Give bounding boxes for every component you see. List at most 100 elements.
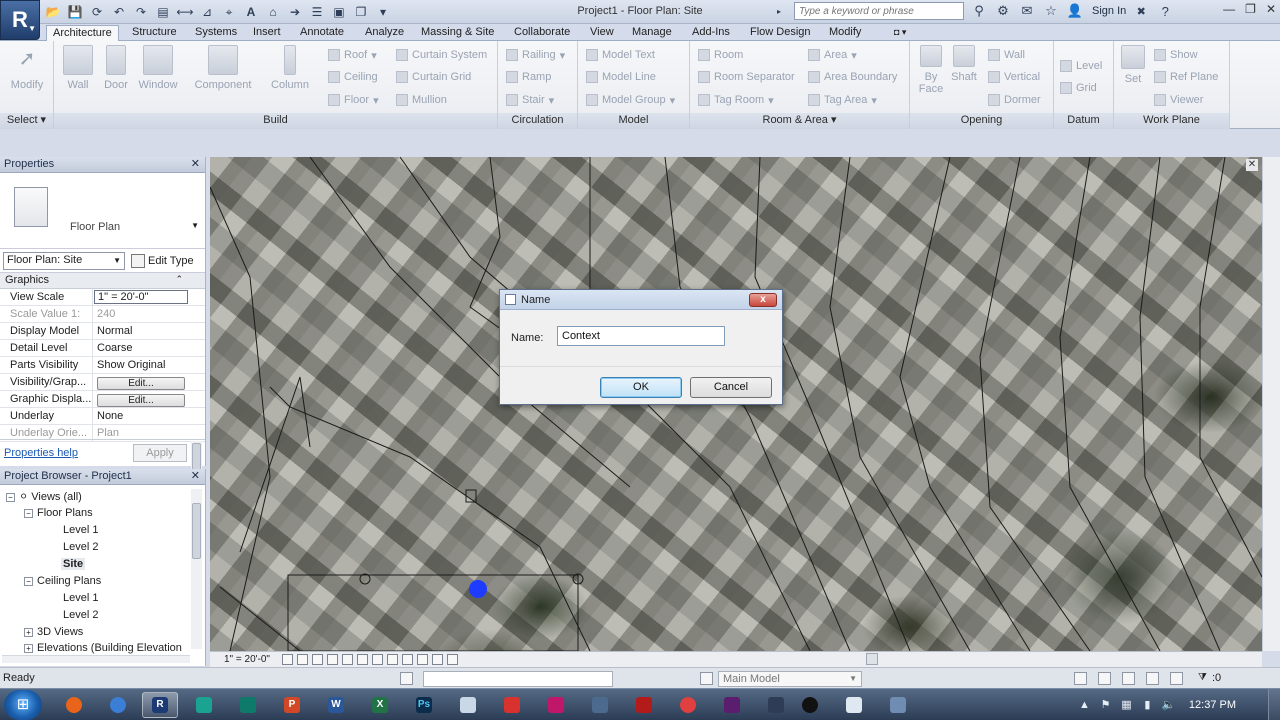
clock[interactable]: 12:37 PM — [1189, 699, 1236, 711]
viewer-button[interactable]: Viewer — [1154, 91, 1203, 109]
expand-icon[interactable]: + — [24, 627, 33, 637]
print-icon[interactable]: ▤ — [154, 3, 172, 21]
edit-type-button[interactable]: Edit Type — [131, 253, 194, 268]
tab-structure[interactable]: Structure — [126, 25, 183, 41]
set-button[interactable]: Set — [1114, 45, 1152, 85]
door-button[interactable]: Door — [94, 45, 138, 91]
user-icon[interactable]: 👤 — [1066, 2, 1084, 20]
section-icon[interactable]: ➔ — [286, 3, 304, 21]
window-button[interactable]: Window — [136, 45, 180, 91]
scroll-thumb[interactable] — [192, 503, 201, 559]
ok-button[interactable]: OK — [600, 377, 682, 398]
visual-style-icon[interactable] — [296, 654, 308, 665]
stair-button[interactable]: Stair ▾ — [506, 91, 554, 109]
measure-icon[interactable]: ⟷ — [176, 3, 194, 21]
subscription-icon[interactable]: ⚙ — [994, 2, 1012, 20]
temporary-hide-icon[interactable] — [401, 654, 413, 665]
analytical-model-icon[interactable] — [431, 654, 443, 665]
select-links-icon[interactable] — [1074, 672, 1087, 685]
group-label-select[interactable]: Select ▾ — [0, 113, 53, 129]
taskbar-notes[interactable] — [836, 692, 872, 718]
type-selector[interactable]: Floor Plan ▼ — [0, 173, 205, 249]
model-text-button[interactable]: Model Text — [586, 46, 655, 64]
view-scale-input[interactable]: 1" = 20'-0" — [94, 290, 188, 304]
tree-floor-site[interactable]: Site — [61, 558, 86, 570]
taskbar-sketchbook[interactable] — [186, 692, 222, 718]
tab-systems[interactable]: Systems — [189, 25, 243, 41]
curtain-grid-button[interactable]: Curtain Grid — [396, 68, 471, 86]
view-scale-label[interactable]: 1" = 20'-0" — [224, 654, 270, 665]
taskbar-camera[interactable] — [758, 692, 794, 718]
edit-visibility-button[interactable]: Edit... — [97, 377, 185, 390]
modify-button[interactable]: ➚ Modify — [5, 45, 49, 91]
tab-flow-design[interactable]: Flow Design — [744, 25, 817, 41]
ceiling-button[interactable]: Ceiling — [328, 68, 378, 86]
favorites-star-icon[interactable]: ☆ — [1042, 2, 1060, 20]
volume-icon[interactable]: 🔈 — [1162, 699, 1176, 712]
tab-modify[interactable]: Modify — [823, 25, 867, 41]
sync-icon[interactable]: ⟳ — [88, 3, 106, 21]
lock-3d-icon[interactable] — [386, 654, 398, 665]
taskbar-photoshop[interactable]: Ps — [406, 692, 442, 718]
tab-annotate[interactable]: Annotate — [294, 25, 350, 41]
edit-graphic-display-button[interactable]: Edit... — [97, 394, 185, 407]
name-input[interactable] — [557, 326, 725, 346]
tree-floor-plans[interactable]: − Floor Plans — [24, 507, 93, 519]
tab-manage[interactable]: Manage — [626, 25, 678, 41]
grid-button[interactable]: Grid — [1060, 79, 1097, 97]
taskbar-indesign[interactable] — [538, 692, 574, 718]
instance-filter-select[interactable]: Floor Plan: Site ▼ — [3, 251, 125, 270]
tab-massing-site[interactable]: Massing & Site — [415, 25, 500, 41]
flag-icon[interactable]: ⚑ — [1099, 699, 1112, 712]
taskbar-illustrator[interactable] — [714, 692, 750, 718]
taskbar-revit[interactable]: R — [142, 692, 178, 718]
drawing-horizontal-scroll-thumb[interactable] — [866, 653, 878, 665]
expand-arrow-icon[interactable]: ▸ — [770, 2, 788, 20]
collapse-icon[interactable]: − — [6, 492, 15, 502]
taskbar-explorer[interactable] — [582, 692, 618, 718]
taskbar-chrome[interactable] — [100, 692, 136, 718]
wall-opening-button[interactable]: Wall — [988, 46, 1025, 64]
floor-button[interactable]: Floor ▾ — [328, 91, 379, 109]
tree-ceiling-level-1[interactable]: Level 1 — [63, 592, 98, 604]
collapse-icon[interactable]: − — [24, 576, 33, 586]
design-option-select[interactable]: Main Model ▼ — [718, 671, 862, 687]
close-icon[interactable]: ✕ — [1266, 2, 1276, 16]
communication-icon[interactable]: ✉ — [1018, 2, 1036, 20]
taskbar-notepad[interactable] — [450, 692, 486, 718]
taskbar-publisher[interactable] — [230, 692, 266, 718]
model-line-button[interactable]: Model Line — [586, 68, 656, 86]
rendering-icon[interactable] — [341, 654, 353, 665]
sun-path-icon[interactable] — [311, 654, 323, 665]
tree-elevations[interactable]: + Elevations (Building Elevation — [24, 642, 194, 654]
drawing-vertical-scrollbar[interactable] — [1262, 157, 1280, 651]
dialog-close-button[interactable]: x — [749, 293, 777, 307]
sign-in-button[interactable]: Sign In — [1092, 5, 1126, 17]
select-pinned-icon[interactable] — [1122, 672, 1135, 685]
undo-icon[interactable]: ↶ — [110, 3, 128, 21]
tree-views-all[interactable]: − ⚪ Views (all) — [6, 490, 82, 503]
model-group-button[interactable]: Model Group ▾ — [586, 91, 675, 109]
close-icon[interactable]: ✕ — [191, 157, 200, 170]
prop-value[interactable]: None — [93, 408, 189, 424]
shaft-button[interactable]: Shaft — [946, 45, 982, 83]
tag-room-button[interactable]: Tag Room ▾ — [698, 91, 774, 109]
tab-add-ins[interactable]: Add-Ins — [686, 25, 736, 41]
select-by-face-icon[interactable] — [1146, 672, 1159, 685]
taskbar-pdf[interactable] — [494, 692, 530, 718]
tab-analyze[interactable]: Analyze — [359, 25, 410, 41]
filter-icon[interactable]: ⧩ — [1198, 672, 1207, 685]
switch-windows-icon[interactable]: ❐ — [352, 3, 370, 21]
save-icon[interactable]: 💾 — [66, 3, 84, 21]
crop-region-icon[interactable] — [356, 654, 368, 665]
show-workplane-button[interactable]: Show — [1154, 46, 1198, 64]
taskbar-paint[interactable] — [670, 692, 706, 718]
expand-icon[interactable]: + — [24, 643, 33, 653]
reveal-hidden-icon[interactable] — [416, 654, 428, 665]
column-button[interactable]: Column — [268, 45, 312, 91]
collapse-icon[interactable]: − — [24, 508, 33, 518]
tree-floor-level-2[interactable]: Level 2 — [63, 541, 98, 553]
design-options-icon[interactable] — [700, 672, 713, 685]
highlight-displacement-icon[interactable] — [446, 654, 458, 665]
3d-view-icon[interactable]: ⌂ — [264, 3, 282, 21]
